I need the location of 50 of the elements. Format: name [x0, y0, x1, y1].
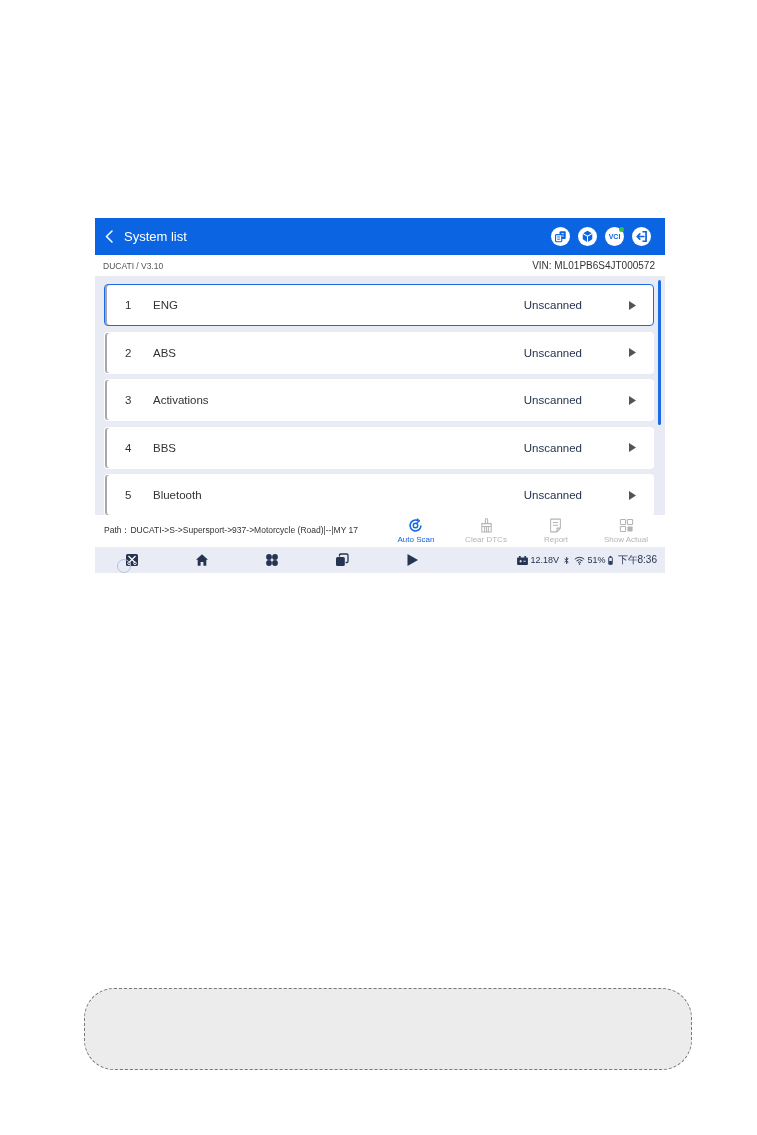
- row-number: 2: [125, 346, 133, 359]
- caret-right-icon: [629, 443, 636, 452]
- system-name: Activations: [153, 394, 209, 406]
- scan-status: Unscanned: [523, 441, 582, 454]
- play-icon[interactable]: [405, 553, 419, 567]
- system-name: ENG: [153, 299, 178, 311]
- scan-status: Unscanned: [523, 299, 582, 311]
- battery-percentage: 51%: [587, 555, 606, 565]
- scan-status: Unscanned: [523, 489, 582, 501]
- brush-icon: [478, 518, 494, 533]
- car-battery-icon: [517, 555, 528, 565]
- row-number: 4: [125, 441, 133, 454]
- row-number: 3: [125, 394, 133, 406]
- scan-arrow-icon: [408, 518, 424, 533]
- vehicle-path: Path：DUCATI->S->Supersport->937->Motorcycle (Road)|--|MY 17: [104, 525, 360, 537]
- scan-status: Unscanned: [523, 346, 582, 359]
- recent-apps-icon[interactable]: [335, 553, 349, 567]
- exit-icon[interactable]: [632, 227, 651, 246]
- translate-icon[interactable]: [551, 227, 570, 246]
- row-number: 1: [125, 299, 133, 311]
- system-row[interactable]: 2 ABS Unscanned: [104, 331, 654, 374]
- grid-icon: [618, 518, 634, 533]
- caret-right-icon: [629, 348, 636, 357]
- system-name: BBS: [153, 441, 176, 454]
- battery-icon: [608, 555, 614, 565]
- scissors-icon[interactable]: [125, 553, 139, 567]
- software-version: DUCATI / V3.10: [103, 260, 164, 271]
- document-icon: [548, 518, 564, 533]
- vin-number: VIN: ML01PB6S4JT000572: [532, 260, 655, 271]
- system-row[interactable]: 3 Activations Unscanned: [104, 379, 654, 421]
- caret-right-icon: [629, 300, 636, 310]
- apps-icon[interactable]: [265, 553, 279, 567]
- row-number: 5: [125, 489, 133, 501]
- wifi-icon: [574, 555, 585, 565]
- clock-time: 下午8:36: [617, 553, 657, 567]
- system-row[interactable]: 1 ENG Unscanned: [104, 284, 654, 326]
- caret-right-icon: [629, 395, 636, 405]
- scan-status: Unscanned: [523, 394, 582, 406]
- back-icon[interactable]: [105, 230, 113, 243]
- system-name: Bluetooth: [153, 489, 202, 501]
- caret-right-icon: [629, 490, 636, 500]
- system-row[interactable]: 4 BBS Unscanned: [104, 426, 654, 469]
- system-name: ABS: [153, 346, 176, 359]
- screen-title: System list: [124, 229, 187, 244]
- cube-icon[interactable]: [578, 227, 597, 246]
- voltage-reading: 12.18V: [530, 555, 559, 565]
- auto-scan-button[interactable]: Auto Scan: [397, 518, 435, 544]
- bluetooth-icon: [563, 555, 569, 565]
- system-row[interactable]: 5 Bluetooth Unscanned: [104, 474, 654, 515]
- home-icon[interactable]: [195, 553, 209, 567]
